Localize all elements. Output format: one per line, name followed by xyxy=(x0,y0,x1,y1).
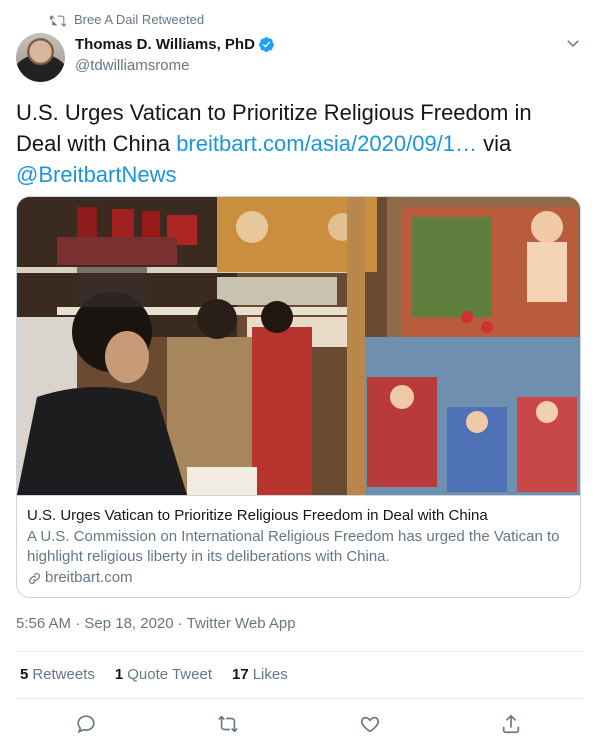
like-button[interactable] xyxy=(359,713,381,735)
tweet-text: U.S. Urges Vatican to Prioritize Religio… xyxy=(16,97,576,190)
tweet-actions xyxy=(0,706,598,744)
tweet-mention[interactable]: @BreitbartNews xyxy=(16,162,177,187)
share-button[interactable] xyxy=(500,713,522,735)
reply-button[interactable] xyxy=(75,713,97,735)
like-icon xyxy=(360,716,380,733)
retweet-button[interactable] xyxy=(217,713,239,735)
likes-count: 17 xyxy=(232,666,249,683)
tweet-timestamp[interactable]: 5:56 AM · Sep 18, 2020 · Twitter Web App xyxy=(16,615,296,632)
chevron-down-icon[interactable] xyxy=(564,34,582,52)
tweet-stats: 5 Retweets 1 Quote Tweet 17 Likes xyxy=(20,666,288,683)
author-name-row[interactable]: Thomas D. Williams, PhD xyxy=(75,36,275,53)
card-image[interactable] xyxy=(17,197,581,495)
share-icon xyxy=(502,714,520,734)
quotes-count: 1 xyxy=(114,666,124,683)
card-domain: breitbart.com xyxy=(27,568,572,588)
card-body[interactable]: U.S. Urges Vatican to Prioritize Religio… xyxy=(17,495,580,597)
retweets-stat[interactable]: 5 Retweets xyxy=(20,666,95,683)
card-domain-text: breitbart.com xyxy=(45,569,133,586)
reply-icon xyxy=(77,715,95,734)
likes-stat[interactable]: 17 Likes xyxy=(232,666,288,683)
likes-label: Likes xyxy=(252,666,288,683)
divider xyxy=(16,651,582,652)
tweet-link[interactable]: breitbart.com/asia/2020/09/1… xyxy=(176,131,477,156)
retweet-icon xyxy=(50,15,66,27)
card-title: U.S. Urges Vatican to Prioritize Religio… xyxy=(27,507,488,524)
quotes-label: Quote Tweet xyxy=(127,666,212,683)
tweet-via-text: via xyxy=(477,131,512,156)
retweet-context-text: Bree A Dail Retweeted xyxy=(74,12,205,27)
link-icon xyxy=(29,572,40,584)
verified-badge-icon xyxy=(258,37,274,52)
card-description: A U.S. Commission on International Relig… xyxy=(27,528,560,565)
retweet-icon xyxy=(218,715,238,733)
retweets-count: 5 xyxy=(20,666,29,683)
link-card[interactable]: U.S. Urges Vatican to Prioritize Religio… xyxy=(16,196,581,598)
divider xyxy=(16,698,582,699)
author-name[interactable]: Thomas D. Williams, PhD xyxy=(75,36,255,53)
retweet-context[interactable]: Bree A Dail Retweeted xyxy=(50,12,205,27)
author-handle[interactable]: @tdwilliamsrome xyxy=(75,57,189,74)
avatar[interactable] xyxy=(16,33,65,82)
retweets-label: Retweets xyxy=(32,666,95,683)
quote-tweets-stat[interactable]: 1 Quote Tweet xyxy=(115,666,212,683)
